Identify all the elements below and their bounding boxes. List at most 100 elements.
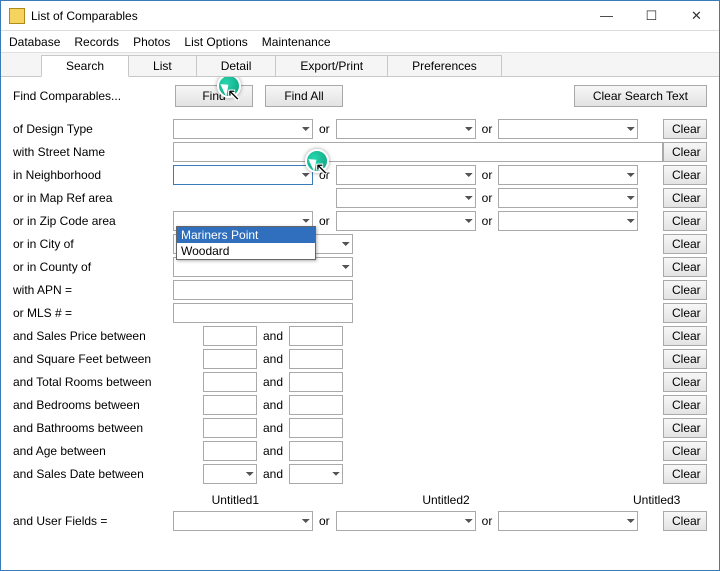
search-panel: Find Comparables... Find Find All Clear … xyxy=(1,77,719,570)
clear-design-type[interactable]: Clear xyxy=(663,119,707,139)
or-text: or xyxy=(319,214,330,228)
clear-mls[interactable]: Clear xyxy=(663,303,707,323)
sales-price-from[interactable] xyxy=(203,326,257,346)
bedrooms-to[interactable] xyxy=(289,395,343,415)
app-icon xyxy=(9,8,25,24)
clear-bathrooms[interactable]: Clear xyxy=(663,418,707,438)
or-text: or xyxy=(482,214,493,228)
label-age: and Age between xyxy=(13,444,203,458)
menu-list-options[interactable]: List Options xyxy=(184,35,247,49)
user-field-combo-3[interactable] xyxy=(498,511,638,531)
user-field-combo-1[interactable] xyxy=(173,511,313,531)
clear-map-ref[interactable]: Clear xyxy=(663,188,707,208)
age-from[interactable] xyxy=(203,441,257,461)
or-text: or xyxy=(482,514,493,528)
user-field-combo-2[interactable] xyxy=(336,511,476,531)
neighborhood-combo-2[interactable] xyxy=(336,165,476,185)
neighborhood-dropdown-list: Mariners Point Woodard xyxy=(176,226,316,260)
close-button[interactable]: ✕ xyxy=(674,2,719,30)
app-window: List of Comparables — ☐ ✕ Database Recor… xyxy=(0,0,720,571)
bathrooms-to[interactable] xyxy=(289,418,343,438)
neighborhood-combo-1[interactable] xyxy=(173,165,313,185)
user-field-header-3: Untitled3 xyxy=(606,493,707,507)
clear-city[interactable]: Clear xyxy=(663,234,707,254)
sales-date-to[interactable] xyxy=(289,464,343,484)
sqft-from[interactable] xyxy=(203,349,257,369)
and-text: and xyxy=(263,444,283,458)
clear-zip[interactable]: Clear xyxy=(663,211,707,231)
clear-apn[interactable]: Clear xyxy=(663,280,707,300)
clear-rooms[interactable]: Clear xyxy=(663,372,707,392)
zip-combo-2[interactable] xyxy=(336,211,476,231)
bedrooms-from[interactable] xyxy=(203,395,257,415)
rooms-to[interactable] xyxy=(289,372,343,392)
and-text: and xyxy=(263,329,283,343)
sqft-to[interactable] xyxy=(289,349,343,369)
label-bedrooms: and Bedrooms between xyxy=(13,398,203,412)
clear-sqft[interactable]: Clear xyxy=(663,349,707,369)
label-zip: or in Zip Code area xyxy=(13,214,173,228)
design-type-combo-3[interactable] xyxy=(498,119,638,139)
label-street-name: with Street Name xyxy=(13,145,173,159)
and-text: and xyxy=(263,375,283,389)
label-neighborhood: in Neighborhood xyxy=(13,168,173,182)
menu-maintenance[interactable]: Maintenance xyxy=(262,35,331,49)
label-user-fields: and User Fields = xyxy=(13,514,173,528)
age-to[interactable] xyxy=(289,441,343,461)
map-ref-combo-3[interactable] xyxy=(498,188,638,208)
menu-database[interactable]: Database xyxy=(9,35,60,49)
sales-date-from[interactable] xyxy=(203,464,257,484)
tab-search[interactable]: Search xyxy=(41,55,129,77)
label-design-type: of Design Type xyxy=(13,122,173,136)
clear-user-fields[interactable]: Clear xyxy=(663,511,707,531)
and-text: and xyxy=(263,352,283,366)
clear-bedrooms[interactable]: Clear xyxy=(663,395,707,415)
title-bar: List of Comparables — ☐ ✕ xyxy=(1,1,719,31)
tab-list[interactable]: List xyxy=(128,55,197,76)
label-rooms: and Total Rooms between xyxy=(13,375,203,389)
dd-item-woodard[interactable]: Woodard xyxy=(177,243,315,259)
menu-records[interactable]: Records xyxy=(74,35,119,49)
design-type-combo-1[interactable] xyxy=(173,119,313,139)
clear-neighborhood[interactable]: Clear xyxy=(663,165,707,185)
clear-search-text-button[interactable]: Clear Search Text xyxy=(574,85,707,107)
clear-street-name[interactable]: Clear xyxy=(663,142,707,162)
clear-sales-date[interactable]: Clear xyxy=(663,464,707,484)
neighborhood-combo-3[interactable] xyxy=(498,165,638,185)
or-text: or xyxy=(319,514,330,528)
menu-photos[interactable]: Photos xyxy=(133,35,170,49)
or-text: or xyxy=(482,168,493,182)
design-type-combo-2[interactable] xyxy=(336,119,476,139)
find-all-button[interactable]: Find All xyxy=(265,85,343,107)
maximize-button[interactable]: ☐ xyxy=(629,2,674,30)
label-sqft: and Square Feet between xyxy=(13,352,203,366)
tab-preferences[interactable]: Preferences xyxy=(387,55,502,76)
map-ref-combo-2[interactable] xyxy=(336,188,476,208)
tab-export-print[interactable]: Export/Print xyxy=(275,55,388,76)
clear-sales-price[interactable]: Clear xyxy=(663,326,707,346)
clear-age[interactable]: Clear xyxy=(663,441,707,461)
label-sales-price: and Sales Price between xyxy=(13,329,203,343)
street-name-input[interactable] xyxy=(173,142,663,162)
find-comparables-label: Find Comparables... xyxy=(13,89,163,103)
mls-input[interactable] xyxy=(173,303,353,323)
or-text: or xyxy=(482,191,493,205)
tab-detail[interactable]: Detail xyxy=(196,55,277,76)
dd-item-mariners-point[interactable]: Mariners Point xyxy=(177,227,315,243)
zip-combo-3[interactable] xyxy=(498,211,638,231)
label-bathrooms: and Bathrooms between xyxy=(13,421,203,435)
label-mls: or MLS # = xyxy=(13,306,173,320)
bathrooms-from[interactable] xyxy=(203,418,257,438)
and-text: and xyxy=(263,467,283,481)
find-button[interactable]: Find xyxy=(175,85,253,107)
sales-price-to[interactable] xyxy=(289,326,343,346)
minimize-button[interactable]: — xyxy=(584,2,629,30)
and-text: and xyxy=(263,398,283,412)
rooms-from[interactable] xyxy=(203,372,257,392)
menu-bar: Database Records Photos List Options Mai… xyxy=(1,31,719,53)
label-apn: with APN = xyxy=(13,283,173,297)
or-text: or xyxy=(482,122,493,136)
window-title: List of Comparables xyxy=(31,9,138,23)
clear-county[interactable]: Clear xyxy=(663,257,707,277)
apn-input[interactable] xyxy=(173,280,353,300)
